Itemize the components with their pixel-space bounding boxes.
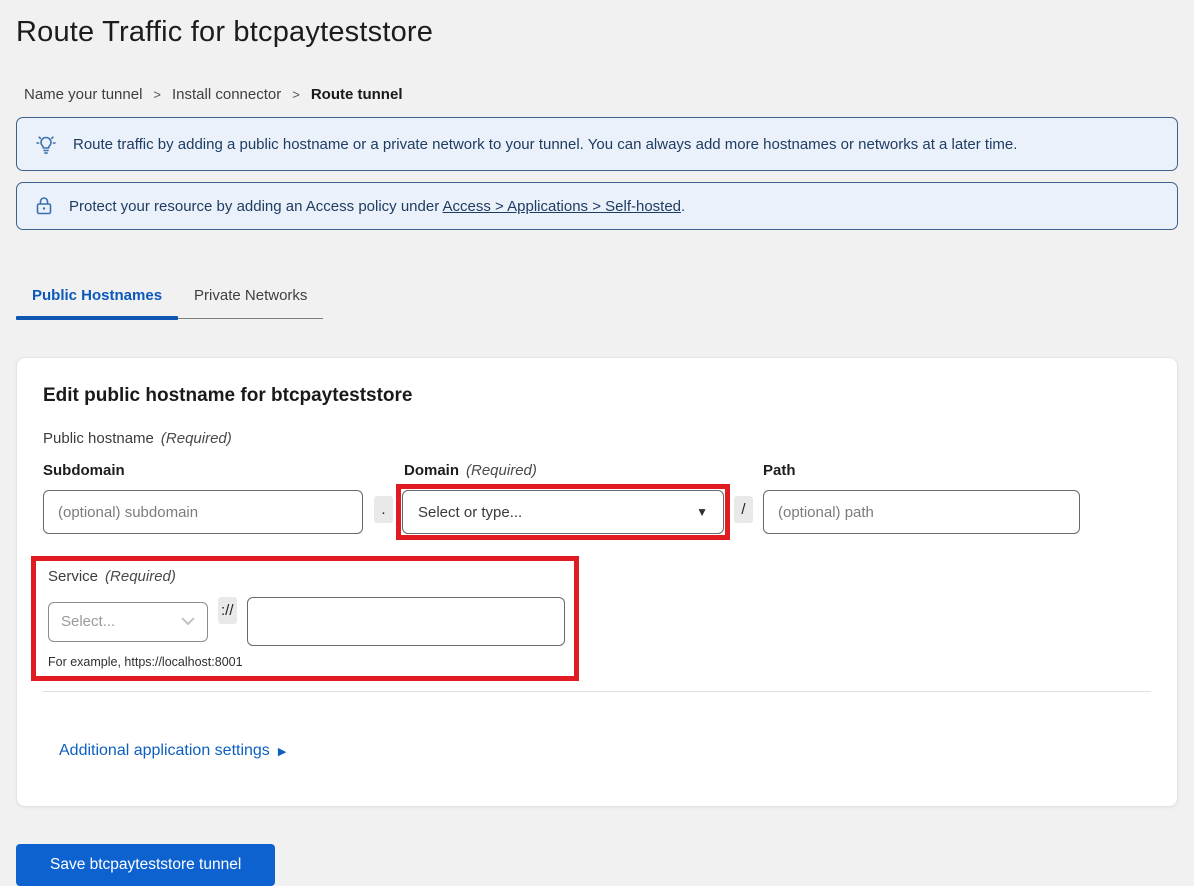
- slash-separator: /: [734, 496, 753, 523]
- access-policy-banner: Protect your resource by adding an Acces…: [16, 182, 1178, 230]
- breadcrumb-separator: >: [153, 87, 161, 102]
- domain-label-text: Domain: [404, 462, 459, 479]
- domain-label: Domain (Required): [404, 462, 722, 479]
- save-tunnel-button[interactable]: Save btcpayteststore tunnel: [16, 844, 275, 886]
- domain-select[interactable]: Select or type... ▼: [402, 490, 724, 534]
- additional-application-settings-link[interactable]: Additional application settings ▶: [59, 742, 286, 760]
- hostname-network-tabs: Public Hostnames Private Networks: [16, 287, 323, 319]
- tab-private-networks[interactable]: Private Networks: [178, 287, 323, 319]
- annotation-box-service: Service (Required) Select... :// For exam…: [31, 556, 579, 681]
- info-banner: Route traffic by adding a public hostnam…: [16, 117, 1178, 171]
- scheme-separator: ://: [218, 597, 237, 624]
- path-field-group: Path: [763, 462, 1080, 534]
- route-traffic-page: Route Traffic for btcpayteststore Name y…: [0, 0, 1194, 886]
- service-row: Select... ://: [48, 597, 574, 646]
- domain-required-label: (Required): [466, 462, 537, 479]
- path-input[interactable]: [763, 490, 1080, 534]
- card-divider: [43, 691, 1151, 692]
- subdomain-field-group: Subdomain: [43, 462, 363, 534]
- public-hostname-section-label: Public hostname (Required): [43, 430, 1151, 447]
- access-banner-text-before: Protect your resource by adding an Acces…: [69, 198, 443, 215]
- breadcrumb-separator: >: [292, 87, 300, 102]
- info-banner-text: Route traffic by adding a public hostnam…: [73, 136, 1017, 153]
- breadcrumb-step-route-tunnel: Route tunnel: [311, 86, 403, 103]
- card-heading: Edit public hostname for btcpayteststore: [43, 385, 1151, 407]
- access-banner-text: Protect your resource by adding an Acces…: [69, 198, 685, 215]
- domain-field-group: Domain (Required) Select or type... ▼: [404, 462, 722, 540]
- hostname-fields-row: Subdomain . Domain (Required) Select or t…: [43, 462, 1151, 540]
- access-banner-text-after: .: [681, 198, 685, 215]
- subdomain-input[interactable]: [43, 490, 363, 534]
- service-url-input[interactable]: [247, 597, 565, 646]
- public-hostname-label: Public hostname: [43, 430, 154, 447]
- service-label: Service: [48, 568, 98, 585]
- lock-icon: [34, 195, 54, 217]
- expand-right-icon: ▶: [278, 745, 286, 758]
- breadcrumb-step-install-connector[interactable]: Install connector: [172, 86, 281, 103]
- tab-public-hostnames[interactable]: Public Hostnames: [16, 287, 178, 319]
- service-section-label: Service (Required): [48, 568, 574, 585]
- subdomain-label: Subdomain: [43, 462, 363, 479]
- path-label: Path: [763, 462, 1080, 479]
- domain-select-value: Select or type...: [418, 504, 522, 521]
- additional-settings-label: Additional application settings: [59, 742, 270, 760]
- lightbulb-icon: [34, 132, 58, 156]
- service-required-label: (Required): [105, 568, 176, 585]
- service-help-text: For example, https://localhost:8001: [48, 655, 574, 669]
- breadcrumb: Name your tunnel > Install connector > R…: [24, 86, 1178, 103]
- breadcrumb-step-name-tunnel[interactable]: Name your tunnel: [24, 86, 142, 103]
- service-select-value: Select...: [61, 613, 115, 630]
- required-label: (Required): [161, 430, 232, 447]
- page-title: Route Traffic for btcpayteststore: [16, 16, 1178, 49]
- dot-separator: .: [374, 496, 393, 523]
- service-type-select[interactable]: Select...: [48, 602, 208, 642]
- access-applications-link[interactable]: Access > Applications > Self-hosted: [443, 198, 681, 215]
- chevron-down-icon: [181, 617, 195, 626]
- edit-public-hostname-card: Edit public hostname for btcpayteststore…: [16, 357, 1178, 807]
- annotation-box-domain: Select or type... ▼: [396, 484, 730, 540]
- chevron-down-icon: ▼: [696, 505, 708, 519]
